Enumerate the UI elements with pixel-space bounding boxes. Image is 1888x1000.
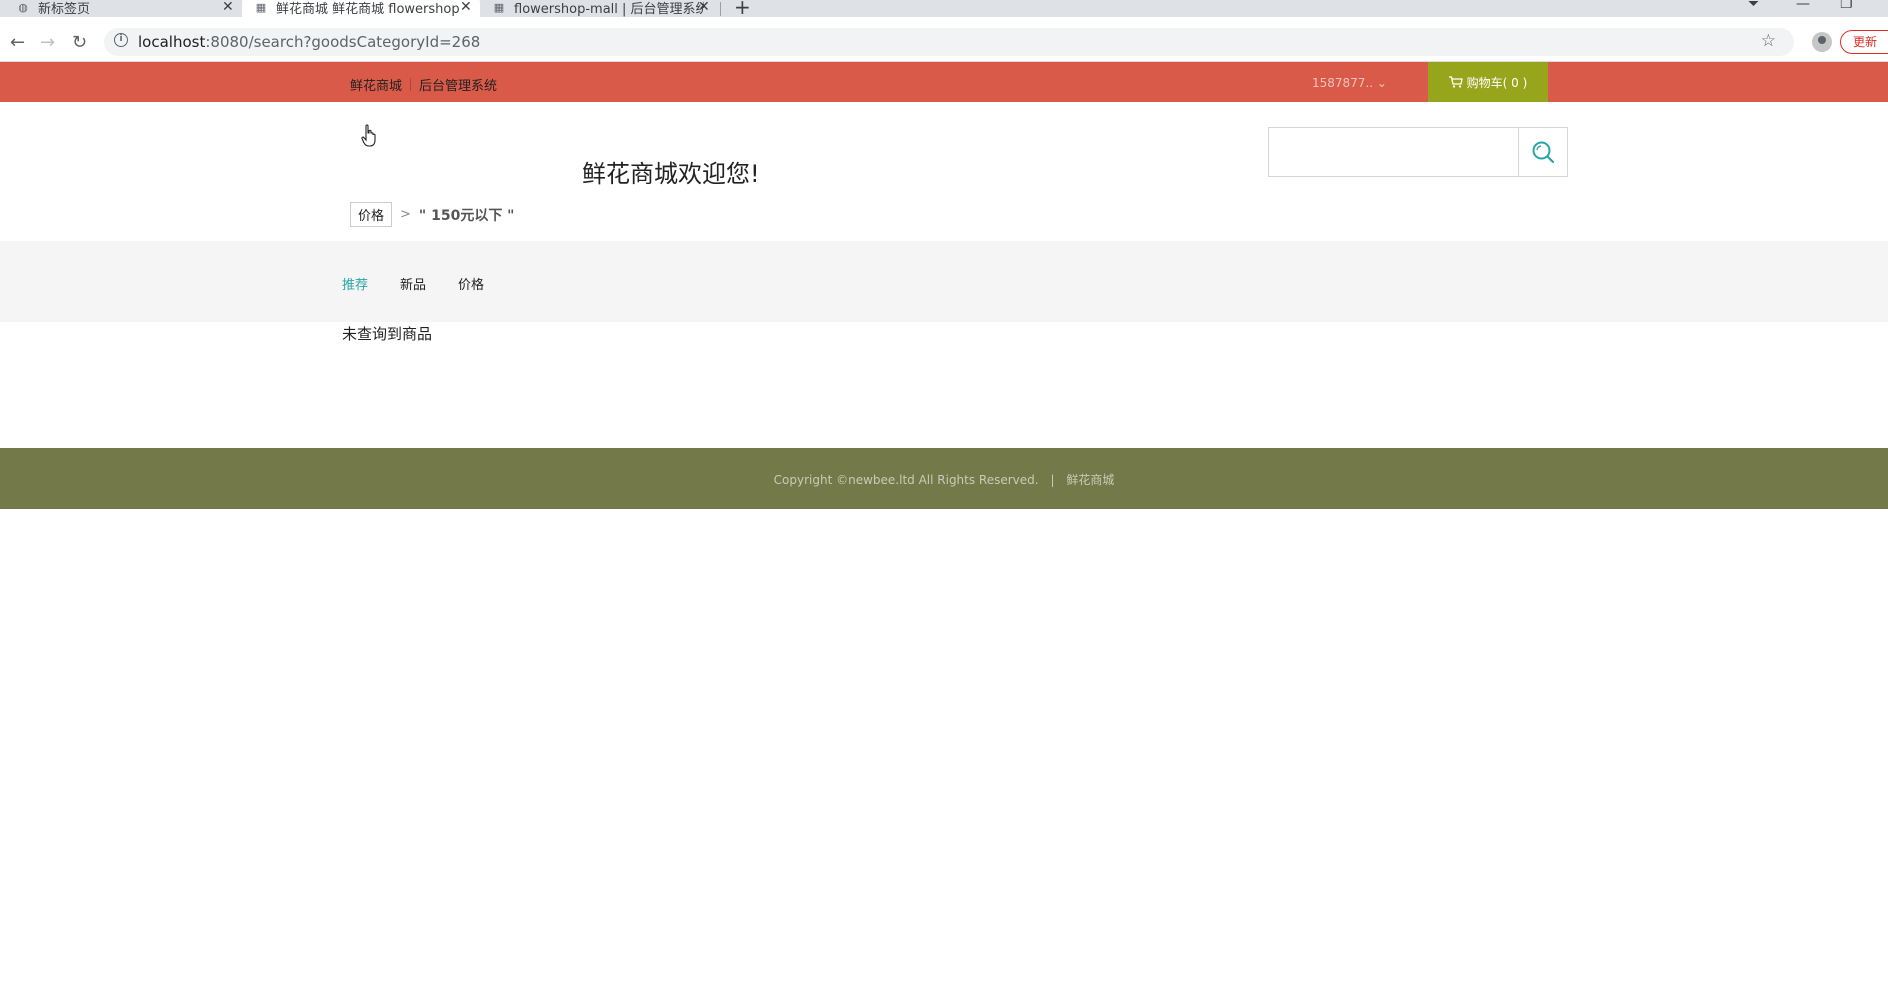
forward-arrow-icon[interactable]: → bbox=[40, 32, 55, 53]
tab-title: 鲜花商城 鲜花商城 flowershop bbox=[276, 1, 460, 17]
welcome-heading: 鲜花商城欢迎您! bbox=[582, 160, 760, 188]
copyright-text: Copyright ©newbee.ltd All Rights Reserve… bbox=[773, 473, 1039, 487]
profile-avatar-icon[interactable] bbox=[1812, 32, 1832, 52]
price-filter-value: " 150元以下 " bbox=[418, 207, 515, 224]
close-tab-icon[interactable]: ✕ bbox=[460, 0, 472, 15]
tab-title: flowershop-mall | 后台管理系统 bbox=[514, 1, 704, 17]
address-bar: ← → ↻ i localhost:8080/search?goodsCateg… bbox=[0, 24, 1888, 62]
minimize-icon[interactable]: — bbox=[1796, 0, 1810, 12]
close-tab-icon[interactable]: ✕ bbox=[222, 0, 234, 15]
tab-admin[interactable]: ▦ flowershop-mall | 后台管理系统 ✕ bbox=[482, 0, 722, 19]
restore-icon[interactable]: ❐ bbox=[1840, 0, 1853, 12]
search-button[interactable] bbox=[1518, 127, 1568, 177]
cart-icon bbox=[1448, 76, 1463, 88]
top-links: 鲜花商城 后台管理系统 bbox=[350, 75, 497, 94]
hand-cursor-icon bbox=[361, 124, 376, 147]
sort-price[interactable]: 价格 bbox=[458, 274, 484, 293]
browser-tabstrip: ◍ 新标签页 ✕ ▦ 鲜花商城 鲜花商城 flowershop ✕ ▦ flow… bbox=[0, 0, 1888, 19]
close-tab-icon[interactable]: ✕ bbox=[698, 0, 710, 15]
update-button[interactable]: 更新 bbox=[1840, 30, 1888, 54]
search-icon bbox=[1532, 141, 1555, 164]
back-arrow-icon[interactable]: ← bbox=[10, 32, 25, 53]
cart-label: 购物车( 0 ) bbox=[1466, 75, 1528, 90]
search-input[interactable] bbox=[1268, 127, 1519, 177]
mall-home-link[interactable]: 鲜花商城 bbox=[350, 75, 402, 94]
footer-text: Copyright ©newbee.ltd All Rights Reserve… bbox=[0, 471, 1888, 488]
footer-brand-link[interactable]: 鲜花商城 bbox=[1066, 473, 1114, 487]
url-text: localhost:8080/search?goodsCategoryId=26… bbox=[138, 33, 480, 51]
globe-icon: ◍ bbox=[18, 0, 28, 14]
sort-bar: 推荐 新品 价格 bbox=[0, 241, 1888, 322]
page-icon: ▦ bbox=[255, 0, 267, 14]
sort-recommend[interactable]: 推荐 bbox=[342, 274, 368, 293]
footer-divider: | bbox=[1050, 473, 1055, 487]
link-divider bbox=[410, 78, 412, 91]
site-info-icon[interactable]: i bbox=[114, 33, 128, 47]
page-icon: ▦ bbox=[493, 0, 505, 14]
footer: Copyright ©newbee.ltd All Rights Reserve… bbox=[0, 448, 1888, 509]
tab-flowershop[interactable]: ▦ 鲜花商城 鲜花商城 flowershop ✕ bbox=[242, 0, 480, 19]
url-host: localhost bbox=[138, 33, 206, 51]
bookmark-star-icon[interactable]: ☆ bbox=[1761, 31, 1776, 51]
chevron-down-icon: ⌄ bbox=[1376, 76, 1387, 90]
sort-new[interactable]: 新品 bbox=[400, 274, 426, 293]
site-top-bar: 鲜花商城 后台管理系统 1587877.. ⌄ 购物车( 0 ) bbox=[0, 62, 1888, 102]
tab-new-tab[interactable]: ◍ 新标签页 ✕ bbox=[0, 0, 240, 19]
tab-search-icon[interactable]: ⏷ bbox=[1748, 0, 1759, 12]
url-path: :8080/search?goodsCategoryId=268 bbox=[205, 33, 481, 51]
empty-result-message: 未查询到商品 bbox=[342, 325, 433, 343]
new-tab-icon[interactable]: + bbox=[734, 0, 751, 19]
admin-link[interactable]: 后台管理系统 bbox=[419, 75, 497, 94]
breadcrumb: 价格 > " 150元以下 " bbox=[350, 202, 514, 227]
tab-divider bbox=[720, 2, 721, 16]
tab-title: 新标签页 bbox=[38, 1, 91, 17]
reload-icon[interactable]: ↻ bbox=[72, 32, 87, 53]
user-menu[interactable]: 1587877.. ⌄ bbox=[1312, 76, 1387, 90]
chevron-right-icon: > bbox=[400, 207, 411, 222]
cart-button[interactable]: 购物车( 0 ) bbox=[1428, 62, 1548, 102]
user-name: 1587877.. bbox=[1312, 76, 1374, 90]
price-filter-tag[interactable]: 价格 bbox=[350, 202, 393, 227]
url-field[interactable]: i localhost:8080/search?goodsCategoryId=… bbox=[104, 28, 1794, 56]
